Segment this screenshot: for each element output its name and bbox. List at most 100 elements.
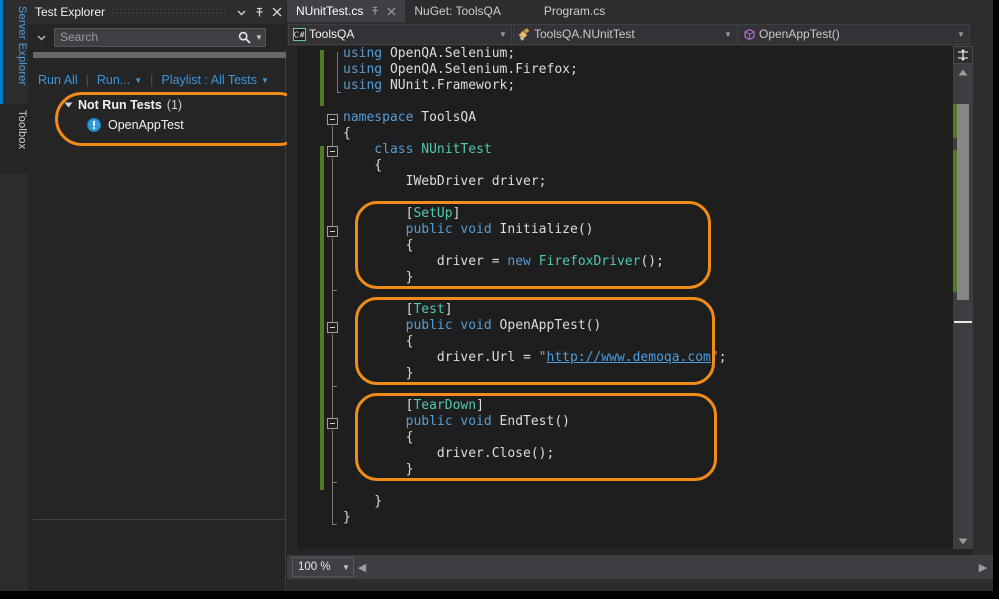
vertical-scrollbar[interactable]	[953, 46, 973, 549]
zoom-level-label: 100 %	[298, 561, 331, 573]
split-view-icon[interactable]	[953, 46, 973, 64]
svg-text:C#: C#	[293, 30, 305, 39]
horizontal-scrollbar[interactable]	[370, 555, 973, 579]
code-token: {	[343, 334, 414, 349]
fold-toggle-setup[interactable]	[327, 226, 338, 237]
pin-icon[interactable]	[370, 6, 380, 16]
tabstrip-spacer	[614, 0, 971, 22]
chevron-down-icon[interactable]: ▼	[720, 30, 736, 39]
chevron-down-icon[interactable]: ▼	[339, 563, 353, 572]
chevron-down-icon[interactable]	[232, 1, 250, 23]
csharp-project-icon: C#	[289, 27, 309, 41]
expand-triangle-icon[interactable]	[64, 102, 73, 108]
scroll-down-icon[interactable]	[953, 533, 973, 549]
code-token: ;	[718, 350, 727, 365]
scroll-left-icon[interactable]: ◀	[354, 561, 370, 574]
dock-tab-label: Toolbox	[16, 110, 28, 150]
scroll-up-icon[interactable]	[953, 64, 973, 80]
code-token: public void	[343, 222, 500, 237]
zoom-level-dropdown[interactable]: 100 % ▼	[292, 557, 354, 577]
tab-nuget-toolsqa[interactable]: NuGet: ToolsQA	[405, 0, 509, 22]
code-line: namespace ToolsQA	[343, 110, 727, 126]
code-token: OpenQA.Selenium;	[389, 46, 516, 61]
panel-title: Test Explorer	[35, 5, 106, 19]
navbar-project-dropdown[interactable]: C# ToolsQA ▼	[288, 23, 512, 45]
pin-icon[interactable]	[250, 1, 268, 23]
code-token: "	[710, 350, 719, 365]
search-options-chevron-icon[interactable]: ▼	[253, 33, 265, 42]
code-url-link[interactable]: http://www.demoqa.com	[547, 350, 711, 365]
test-search-row: Search ▼	[28, 24, 286, 50]
fold-toggle-test[interactable]	[327, 322, 338, 333]
code-token: }	[343, 366, 414, 381]
search-input[interactable]: Search ▼	[54, 27, 266, 47]
panel-divider	[33, 519, 286, 520]
code-token: ToolsQA	[421, 110, 477, 125]
code-token: using	[343, 78, 390, 93]
active-tab-accent	[0, 0, 3, 104]
code-editor-surface[interactable]: using OpenQA.Selenium; using OpenQA.Selen…	[287, 46, 993, 549]
code-line: [TearDown]	[343, 398, 727, 414]
tab-program-cs[interactable]: Program.cs	[510, 0, 614, 22]
list-item[interactable]: OpenAppTest	[86, 117, 184, 133]
dock-tab-toolbox[interactable]: Toolbox	[0, 104, 28, 174]
fold-guide	[332, 387, 333, 418]
dock-tab-server-explorer[interactable]: Server Explorer	[0, 0, 28, 104]
vertical-scrollbar-thumb[interactable]	[957, 104, 969, 300]
fold-toggle-class[interactable]	[327, 146, 338, 157]
dock-tab-label: Server Explorer	[16, 6, 28, 86]
code-line: [SetUp]	[343, 206, 727, 222]
indicator-margin[interactable]	[298, 46, 320, 549]
run-all-button[interactable]: Run All	[38, 73, 78, 87]
fold-toggle-namespace[interactable]	[327, 114, 338, 125]
navbar-method-dropdown[interactable]: OpenAppTest() ▼	[738, 23, 970, 45]
code-line: using OpenQA.Selenium;	[343, 46, 727, 62]
playlist-button[interactable]: Playlist : All Tests	[161, 73, 257, 87]
editor-left-padding	[287, 46, 298, 549]
code-token: ]	[476, 398, 484, 413]
editor-right-margin	[973, 0, 993, 591]
chevron-down-icon[interactable]: ▼	[495, 30, 511, 39]
filter-chevron-icon[interactable]	[28, 26, 54, 48]
code-token: [	[343, 398, 414, 413]
code-token: Initialize()	[499, 222, 594, 237]
navbar-method-label: OpenAppTest()	[759, 27, 840, 41]
code-token: }	[343, 510, 351, 525]
chevron-down-icon[interactable]: ▼	[953, 30, 969, 39]
test-explorer-toolbar: Run All | Run... ▼ | Playlist : All Test…	[28, 69, 286, 91]
toolbar-separator	[33, 52, 286, 58]
scroll-right-icon[interactable]: ▶	[973, 561, 993, 574]
test-group-not-run[interactable]: Not Run Tests (1)	[64, 98, 183, 112]
run-menu-chevron-down-icon[interactable]: ▼	[134, 76, 142, 85]
caret-position-marker	[954, 321, 972, 323]
code-token: }	[343, 270, 414, 285]
code-token: driver.Url =	[343, 350, 539, 365]
fold-toggle-teardown[interactable]	[327, 418, 338, 429]
tab-nunittest-cs[interactable]: NUnitTest.cs	[287, 0, 406, 22]
code-line: {	[343, 158, 727, 174]
panel-drag-grip[interactable]	[111, 9, 226, 15]
code-token: {	[343, 238, 414, 253]
source-code-text[interactable]: using OpenQA.Selenium; using OpenQA.Selen…	[343, 46, 727, 526]
fold-guide	[332, 334, 333, 386]
close-icon[interactable]	[268, 1, 286, 23]
editor-tabstrip: NUnitTest.cs NuGet: ToolsQA Program.cs ▼	[287, 0, 993, 22]
close-icon[interactable]	[387, 6, 396, 16]
tab-label: NuGet: ToolsQA	[414, 4, 501, 18]
test-group-count: (1)	[166, 98, 183, 112]
code-token: {	[343, 158, 383, 173]
editor-bottom-bar: 100 % ▼ ◀ ▶	[287, 555, 993, 579]
class-icon	[514, 27, 534, 41]
fold-guide	[332, 158, 333, 226]
code-token: [	[343, 302, 414, 317]
search-icon[interactable]	[235, 31, 253, 44]
run-menu-button[interactable]: Run...	[97, 73, 130, 87]
navbar-class-dropdown[interactable]: ToolsQA.NUnitTest ▼	[513, 23, 737, 45]
fold-guide	[332, 291, 333, 322]
playlist-chevron-down-icon[interactable]: ▼	[261, 76, 269, 85]
